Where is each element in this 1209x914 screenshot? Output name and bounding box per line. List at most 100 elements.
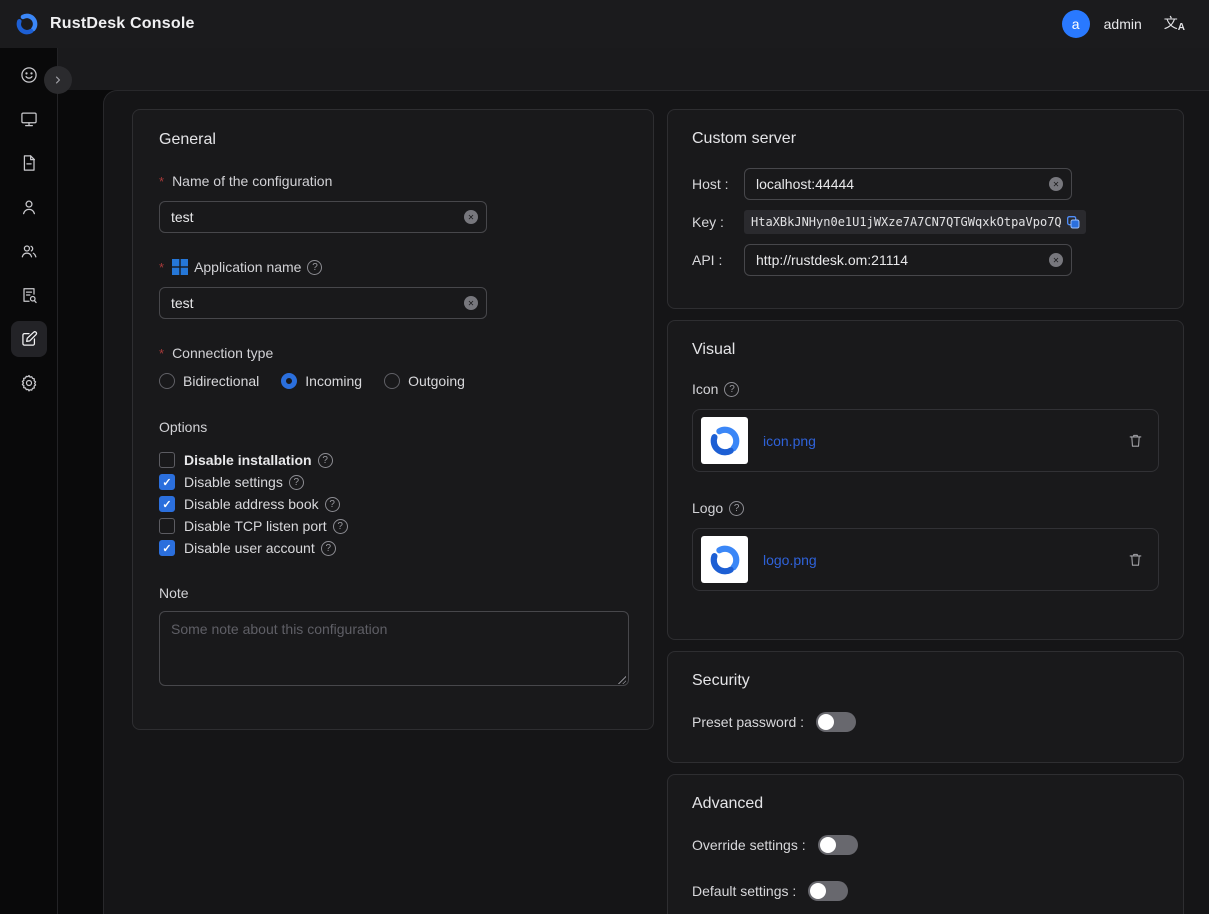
sidebar-item-sessions[interactable] bbox=[11, 145, 47, 181]
sidebar-item-custom-clients[interactable] bbox=[11, 321, 47, 357]
copy-icon[interactable] bbox=[1065, 214, 1081, 230]
preset-password-toggle[interactable] bbox=[816, 712, 856, 732]
radio-circle-icon bbox=[281, 373, 297, 389]
gear-icon bbox=[19, 373, 39, 393]
clear-app-name-icon[interactable] bbox=[464, 296, 478, 310]
clear-config-name-icon[interactable] bbox=[464, 210, 478, 224]
logo-help-icon[interactable] bbox=[729, 501, 744, 516]
app-title: RustDesk Console bbox=[50, 15, 195, 33]
disable-tcp-help-icon[interactable] bbox=[333, 519, 348, 534]
general-title: General bbox=[159, 131, 627, 149]
trash-icon bbox=[1127, 551, 1144, 568]
app-header: RustDesk Console a admin 文 A bbox=[0, 0, 1209, 48]
app-name-help-icon[interactable] bbox=[307, 260, 322, 275]
icon-file-item: icon.png bbox=[692, 409, 1159, 472]
logo-file-link[interactable]: logo.png bbox=[763, 552, 817, 568]
checkbox-disable-address-book[interactable]: Disable address book bbox=[159, 493, 627, 515]
smiley-icon bbox=[19, 65, 39, 85]
connection-type-label: Connection type bbox=[159, 345, 627, 361]
disable-installation-help-icon[interactable] bbox=[318, 453, 333, 468]
sidebar-expand-button[interactable] bbox=[44, 66, 72, 94]
sidebar-item-dashboard[interactable] bbox=[11, 57, 47, 93]
note-textarea[interactable] bbox=[159, 611, 629, 686]
top-band bbox=[58, 48, 1209, 90]
checkbox-label: Disable settings bbox=[184, 474, 283, 490]
clear-api-icon[interactable] bbox=[1049, 253, 1063, 267]
checkbox-label: Disable user account bbox=[184, 540, 315, 556]
visual-card: Visual Icon icon.png bbox=[667, 320, 1184, 640]
disable-settings-help-icon[interactable] bbox=[289, 475, 304, 490]
radio-incoming[interactable]: Incoming bbox=[281, 373, 362, 389]
logo-label: Logo bbox=[692, 500, 1159, 516]
api-field bbox=[744, 244, 1072, 276]
key-field: HtaXBkJNHyn0e1U1jWXze7A7CN7QTGWqxkOtpaVp… bbox=[744, 210, 1086, 234]
sidebar-item-audit[interactable] bbox=[11, 277, 47, 313]
radio-outgoing[interactable]: Outgoing bbox=[384, 373, 465, 389]
windows-icon bbox=[172, 259, 188, 275]
config-name-input[interactable] bbox=[159, 201, 487, 233]
key-label: Key : bbox=[692, 214, 744, 230]
icon-help-icon[interactable] bbox=[724, 382, 739, 397]
delete-logo-button[interactable] bbox=[1127, 551, 1144, 568]
checkbox-icon bbox=[159, 518, 175, 534]
sidebar-item-devices[interactable] bbox=[11, 101, 47, 137]
checkbox-disable-settings[interactable]: Disable settings bbox=[159, 471, 627, 493]
resize-handle[interactable] bbox=[617, 675, 626, 684]
logo-file-item: logo.png bbox=[692, 528, 1159, 591]
translate-a-glyph: A bbox=[1178, 22, 1185, 33]
api-input[interactable] bbox=[744, 244, 1072, 276]
checkbox-icon bbox=[159, 452, 175, 468]
group-icon bbox=[19, 241, 39, 261]
logo-thumbnail bbox=[701, 536, 748, 583]
content-panel: General Name of the configuration bbox=[103, 90, 1209, 914]
default-settings-label: Default settings : bbox=[692, 883, 796, 899]
api-label: API : bbox=[692, 252, 744, 268]
advanced-card: Advanced Override settings : Default set… bbox=[667, 774, 1184, 914]
icon-file-link[interactable]: icon.png bbox=[763, 433, 816, 449]
host-label: Host : bbox=[692, 176, 744, 192]
connection-type-label-text: Connection type bbox=[172, 345, 273, 361]
note-label: Note bbox=[159, 585, 627, 601]
rustdesk-logo-icon bbox=[707, 542, 743, 578]
config-name-label-text: Name of the configuration bbox=[172, 173, 332, 189]
sidebar-item-users[interactable] bbox=[11, 189, 47, 225]
user-avatar[interactable]: a bbox=[1062, 10, 1090, 38]
clear-host-icon[interactable] bbox=[1049, 177, 1063, 191]
edit-icon bbox=[19, 329, 39, 349]
checkbox-disable-installation[interactable]: Disable installation bbox=[159, 449, 627, 471]
config-name-label: Name of the configuration bbox=[159, 173, 627, 189]
sidebar-item-settings[interactable] bbox=[11, 365, 47, 401]
disable-user-account-help-icon[interactable] bbox=[321, 541, 336, 556]
translate-zh-glyph: 文 bbox=[1164, 16, 1178, 30]
checkbox-label: Disable address book bbox=[184, 496, 319, 512]
delete-icon-button[interactable] bbox=[1127, 432, 1144, 449]
host-field bbox=[744, 168, 1072, 200]
icon-thumbnail bbox=[701, 417, 748, 464]
preset-password-label: Preset password : bbox=[692, 714, 804, 730]
note-field bbox=[159, 611, 629, 689]
main-area: General Name of the configuration bbox=[58, 48, 1209, 914]
disable-address-book-help-icon[interactable] bbox=[325, 497, 340, 512]
icon-label-text: Icon bbox=[692, 381, 718, 397]
toggle-knob bbox=[818, 714, 834, 730]
default-settings-toggle[interactable] bbox=[808, 881, 848, 901]
translate-icon[interactable]: 文 A bbox=[1164, 16, 1185, 33]
toggle-knob bbox=[820, 837, 836, 853]
checkbox-disable-user-account[interactable]: Disable user account bbox=[159, 537, 627, 559]
checkbox-label: Disable installation bbox=[184, 452, 312, 468]
avatar-initial: a bbox=[1072, 16, 1080, 32]
user-icon bbox=[19, 197, 39, 217]
icon-label: Icon bbox=[692, 381, 1159, 397]
checkbox-icon bbox=[159, 496, 175, 512]
monitor-icon bbox=[19, 109, 39, 129]
radio-outgoing-label: Outgoing bbox=[408, 373, 465, 389]
radio-bidirectional[interactable]: Bidirectional bbox=[159, 373, 259, 389]
custom-server-title: Custom server bbox=[692, 130, 1159, 148]
host-input[interactable] bbox=[744, 168, 1072, 200]
general-card: General Name of the configuration bbox=[132, 109, 654, 730]
app-name-input[interactable] bbox=[159, 287, 487, 319]
brand: RustDesk Console bbox=[14, 11, 195, 37]
override-settings-toggle[interactable] bbox=[818, 835, 858, 855]
sidebar-item-groups[interactable] bbox=[11, 233, 47, 269]
checkbox-disable-tcp-listen-port[interactable]: Disable TCP listen port bbox=[159, 515, 627, 537]
